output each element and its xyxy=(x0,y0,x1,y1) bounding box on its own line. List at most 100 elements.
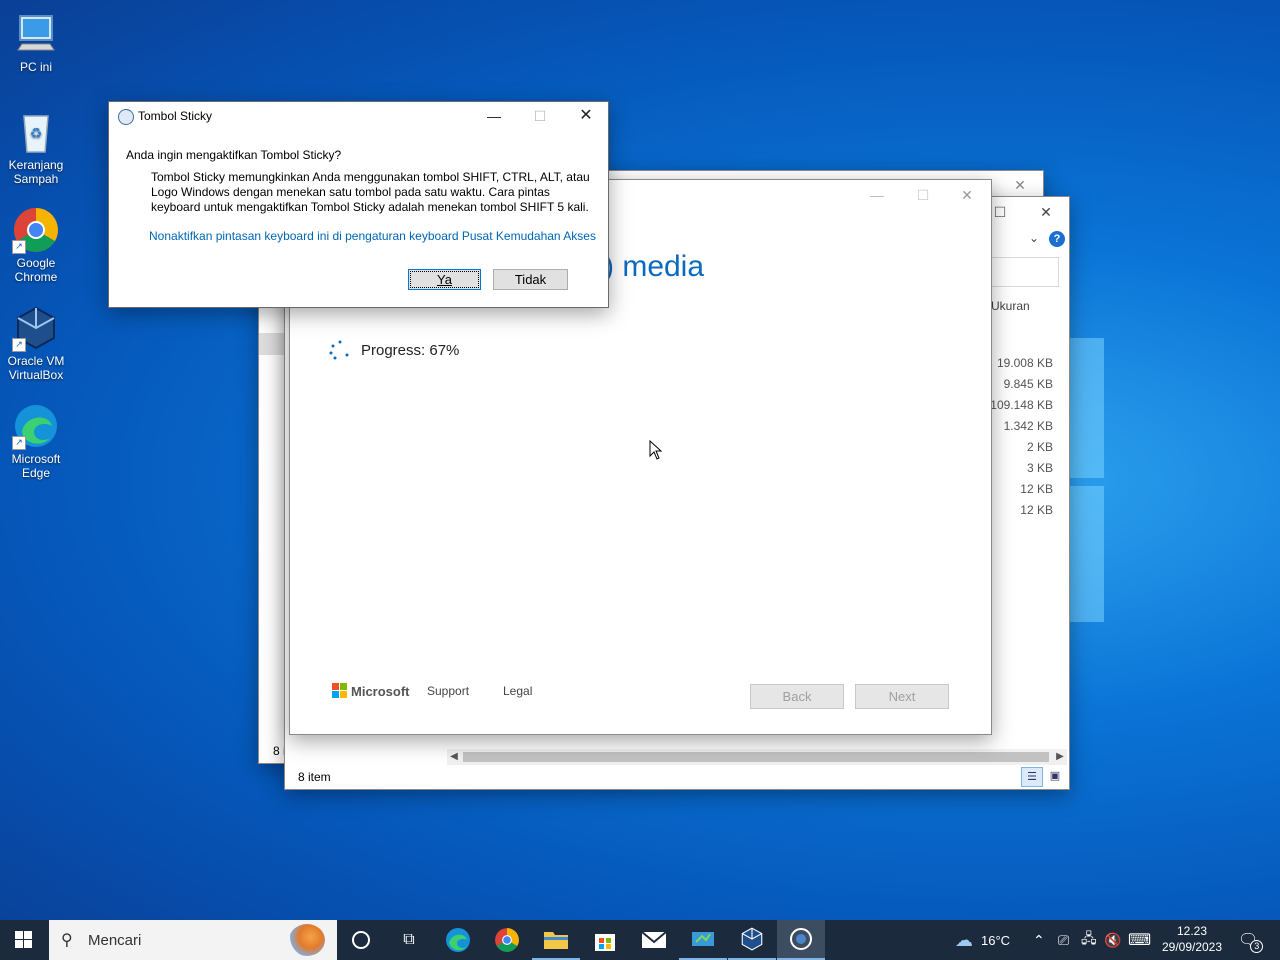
desktop-icon-this-pc[interactable]: PC ini xyxy=(0,10,72,74)
no-button[interactable]: Tidak xyxy=(493,269,568,290)
search-box[interactable]: ⚲ Mencari xyxy=(49,920,337,960)
notification-center-button[interactable]: 🗨 3 xyxy=(1238,920,1271,960)
chevron-down-icon[interactable]: ⌄ xyxy=(1029,231,1039,245)
edge-icon xyxy=(446,928,470,952)
maximize-icon[interactable]: ☐ xyxy=(900,180,946,210)
taskbar-chrome[interactable] xyxy=(483,920,531,960)
taskbar-store[interactable] xyxy=(581,920,629,960)
file-size: 19.008 KB xyxy=(996,356,1053,370)
help-icon[interactable]: ? xyxy=(1049,231,1065,247)
no-button-label: Tidak xyxy=(514,272,547,287)
file-size: 1.342 KB xyxy=(1003,419,1053,433)
desktop-icon-label: Edge xyxy=(21,466,51,480)
column-header-size[interactable]: Ukuran xyxy=(991,299,1030,313)
device-icon: ⎚ xyxy=(1058,931,1070,948)
desktop-icon-label: Keranjang xyxy=(8,158,64,172)
show-hidden-icons-button[interactable]: ⌃ xyxy=(1033,920,1045,960)
desktop-icon-label: Oracle VM xyxy=(7,354,65,368)
file-size: 12 KB xyxy=(1020,503,1053,517)
desktop-icon-label: VirtualBox xyxy=(8,368,64,382)
file-size: 2 KB xyxy=(1026,440,1053,454)
maximize-icon[interactable]: ☐ xyxy=(517,102,563,130)
scrollbar-thumb[interactable] xyxy=(463,752,1049,762)
dialog-body-line: Logo Windows dengan menekan satu tombol … xyxy=(151,185,550,199)
close-icon[interactable]: ✕ xyxy=(997,171,1043,199)
shortcut-arrow-icon: ↗ xyxy=(12,436,26,450)
desktop-icon-label: Sampah xyxy=(13,172,59,186)
tray-app-icon[interactable]: ⎚ xyxy=(1058,920,1069,960)
desktop-icon-label: Microsoft xyxy=(11,452,61,466)
scroll-right-icon[interactable]: ▶ xyxy=(1053,749,1067,765)
progress-label: Progress: 67% xyxy=(361,342,460,359)
computer-icon xyxy=(12,10,60,58)
weather-widget[interactable]: ☁ 16°C xyxy=(955,920,1010,960)
edge-icon: ↗ xyxy=(12,402,60,450)
close-icon[interactable]: ✕ xyxy=(1023,197,1069,227)
taskbar: ⚲ Mencari ⧉ ☁ 16°C ⌃ ⎚ 🖧 🔇 ⌨ 12.23 29/09… xyxy=(0,920,1280,960)
taskbar-virtualbox[interactable] xyxy=(728,920,776,960)
minimize-icon[interactable]: — xyxy=(471,102,517,130)
desktop-icon-chrome[interactable]: ↗ Google Chrome xyxy=(0,206,72,284)
close-icon[interactable]: ✕ xyxy=(563,102,609,130)
ease-of-access-link[interactable]: Nonaktifkan pintasan keyboard ini di pen… xyxy=(149,229,596,244)
network-icon-glyph: 🖧 xyxy=(1081,930,1097,946)
task-view-icon: ⧉ xyxy=(403,931,415,948)
file-size: 3 KB xyxy=(1026,461,1053,475)
volume-icon[interactable]: 🔇 xyxy=(1104,920,1121,960)
microsoft-brand-text: Microsoft xyxy=(351,683,410,699)
accessibility-icon xyxy=(118,109,134,125)
svg-text:♻: ♻ xyxy=(30,125,43,141)
folder-icon xyxy=(544,932,568,949)
shortcut-arrow-icon: ↗ xyxy=(12,338,26,352)
page-title: ) media xyxy=(604,250,705,283)
taskbar-mail[interactable] xyxy=(630,920,678,960)
scroll-left-icon[interactable]: ◀ xyxy=(447,749,461,765)
desktop-icon-label: Chrome xyxy=(14,270,58,284)
network-icon[interactable]: 🖧 xyxy=(1081,920,1097,960)
accessibility-icon xyxy=(790,928,812,950)
desktop-icon-recycle-bin[interactable]: ♻ Keranjang Sampah xyxy=(0,108,72,186)
taskbar-media-tool[interactable] xyxy=(679,920,727,960)
start-button[interactable] xyxy=(0,920,48,960)
taskbar-file-explorer[interactable] xyxy=(532,920,580,960)
shortcut-arrow-icon: ↗ xyxy=(12,240,26,254)
dialog-title: Tombol Sticky xyxy=(138,109,213,123)
search-icon: ⚲ xyxy=(61,932,73,949)
yes-button[interactable]: Ya xyxy=(408,269,481,290)
store-icon xyxy=(595,934,615,951)
keyboard-icon-glyph: ⌨ xyxy=(1128,932,1152,949)
desktop-icon-virtualbox[interactable]: ↗ Oracle VM VirtualBox xyxy=(0,304,72,382)
support-link[interactable]: Support xyxy=(427,684,469,698)
virtualbox-icon: ↗ xyxy=(12,304,60,352)
legal-link[interactable]: Legal xyxy=(503,684,532,698)
back-button[interactable]: Back xyxy=(750,684,844,709)
sticky-keys-dialog[interactable]: Tombol Sticky — ☐ ✕ Anda ingin mengaktif… xyxy=(108,101,609,308)
keyboard-icon[interactable]: ⌨ xyxy=(1128,920,1151,960)
next-button[interactable]: Next xyxy=(855,684,949,709)
yes-button-label: Ya xyxy=(437,272,452,287)
task-view-button[interactable]: ⧉ xyxy=(385,920,433,960)
taskbar-sticky-keys[interactable] xyxy=(777,920,825,960)
file-size: 9.845 KB xyxy=(1003,377,1053,391)
dialog-body-line: Tombol Sticky memungkinkan Anda mengguna… xyxy=(151,170,590,184)
clock-date: 29/09/2023 xyxy=(1161,940,1223,954)
large-icons-view-icon[interactable]: ▣ xyxy=(1045,767,1065,785)
taskbar-edge[interactable] xyxy=(434,920,482,960)
search-input[interactable] xyxy=(985,257,1059,287)
horizontal-scrollbar[interactable]: ◀ ▶ xyxy=(447,749,1067,765)
desktop-icon-edge[interactable]: ↗ Microsoft Edge xyxy=(0,402,72,480)
minimize-icon[interactable]: — xyxy=(854,180,900,210)
details-view-icon[interactable]: ☰ xyxy=(1021,767,1043,787)
windows-icon xyxy=(15,931,32,948)
close-icon[interactable]: ✕ xyxy=(944,180,990,210)
chevron-up-icon: ⌃ xyxy=(1033,931,1045,948)
circle-icon xyxy=(352,931,370,949)
clock[interactable]: 12.23 29/09/2023 xyxy=(1160,923,1224,955)
mail-icon xyxy=(641,931,667,948)
dialog-body-line: keyboard untuk mengaktifkan Tombol Stick… xyxy=(151,200,589,214)
cortana-button[interactable] xyxy=(337,920,385,960)
cloud-rain-icon: ☁ xyxy=(955,929,973,950)
search-input[interactable]: Mencari xyxy=(88,932,141,949)
loading-spinner-icon xyxy=(328,340,352,360)
desktop-icon-label: Google xyxy=(16,256,56,270)
